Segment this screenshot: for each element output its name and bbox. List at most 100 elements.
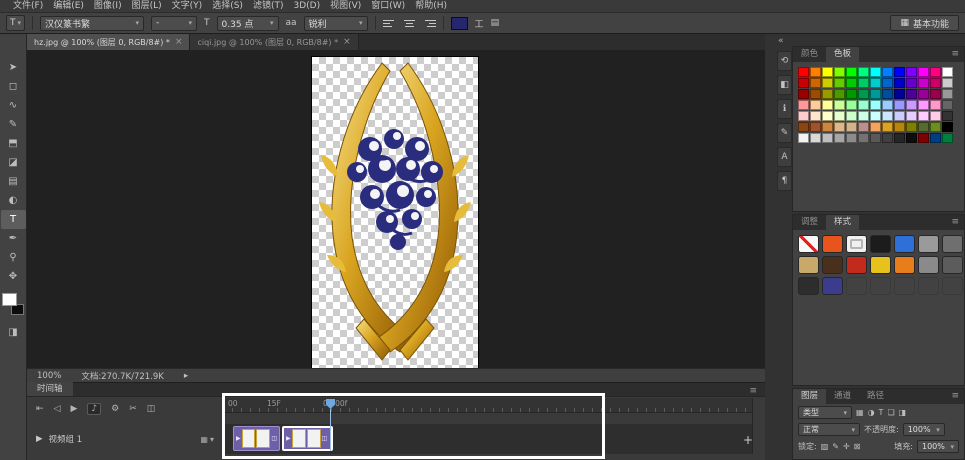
color-swatch[interactable] [846, 67, 857, 77]
video-group-row[interactable]: ▶ 视频组 1 ▦ ▾ [36, 433, 214, 445]
panel-tab[interactable]: 通道 [826, 389, 859, 404]
color-swatch[interactable] [846, 100, 857, 110]
align-left-icon[interactable] [383, 17, 396, 30]
style-thumb[interactable] [870, 235, 891, 253]
menu-item[interactable]: 选择(S) [207, 0, 248, 13]
color-swatch[interactable] [930, 67, 941, 77]
align-center-icon[interactable] [403, 17, 416, 30]
color-swatch[interactable] [858, 100, 869, 110]
brush-panel-icon[interactable]: ✎ [777, 123, 792, 143]
marquee-tool[interactable]: ◻ [1, 77, 26, 96]
color-swatch[interactable] [822, 100, 833, 110]
color-swatch[interactable] [858, 89, 869, 99]
history-panel-icon[interactable]: ⟲ [777, 51, 792, 71]
color-swatch[interactable] [870, 133, 881, 143]
color-swatch[interactable] [930, 100, 941, 110]
color-swatch[interactable] [906, 89, 917, 99]
style-thumb[interactable] [918, 256, 939, 274]
color-swatch[interactable] [834, 78, 845, 88]
color-swatch[interactable] [942, 67, 953, 77]
color-swatch[interactable] [858, 67, 869, 77]
playhead-pin[interactable] [326, 399, 335, 409]
anti-alias-select[interactable]: 锐利 ▾ [304, 16, 368, 31]
color-swatch[interactable] [918, 78, 929, 88]
align-right-icon[interactable] [423, 17, 436, 30]
add-media-button[interactable]: + [743, 433, 753, 447]
color-swatch[interactable] [798, 111, 809, 121]
filter-shape-icon[interactable]: ❏ [887, 408, 894, 417]
color-swatch[interactable] [906, 78, 917, 88]
timeline-track[interactable]: ▶ ◫ ▶ ◫ [222, 424, 752, 454]
filter-smart-icon[interactable]: ◨ [899, 408, 907, 417]
color-swatch[interactable] [882, 133, 893, 143]
color-swatch[interactable] [906, 133, 917, 143]
color-swatch[interactable] [942, 78, 953, 88]
close-tab-icon[interactable]: × [175, 37, 183, 47]
style-thumb[interactable] [846, 235, 867, 253]
color-swatch[interactable] [846, 122, 857, 132]
color-swatch[interactable] [942, 122, 953, 132]
color-swatch[interactable] [846, 78, 857, 88]
color-swatch[interactable] [810, 122, 821, 132]
clip-settings-control[interactable]: ▦ ▾ [200, 435, 214, 444]
color-swatch[interactable] [930, 122, 941, 132]
color-swatch[interactable] [882, 89, 893, 99]
color-swatch[interactable] [930, 111, 941, 121]
color-swatch[interactable] [882, 122, 893, 132]
hand-tool[interactable]: ✥ [1, 267, 26, 286]
menu-item[interactable]: 3D(D) [288, 0, 325, 13]
style-thumb[interactable] [822, 235, 843, 253]
character-panel-icon[interactable]: A [777, 147, 792, 167]
panel-tab[interactable]: 调整 [793, 215, 826, 230]
color-swatch[interactable] [822, 78, 833, 88]
timeline-ruler[interactable]: 00 15F 01:00f [222, 398, 752, 413]
color-swatch[interactable] [906, 100, 917, 110]
color-swatch[interactable] [882, 111, 893, 121]
text-color-swatch[interactable] [451, 17, 468, 30]
style-thumb[interactable] [870, 256, 891, 274]
panel-tab[interactable]: 图层 [793, 389, 826, 404]
style-thumb[interactable] [942, 256, 963, 274]
status-menu-icon[interactable]: ▸ [184, 371, 188, 381]
color-swatch[interactable] [858, 133, 869, 143]
color-swatch[interactable] [942, 100, 953, 110]
color-swatch[interactable] [798, 89, 809, 99]
color-swatch[interactable] [894, 122, 905, 132]
color-swatch[interactable] [942, 111, 953, 121]
color-swatch[interactable] [858, 111, 869, 121]
close-tab-icon[interactable]: × [343, 37, 351, 47]
lock-move-icon[interactable]: ✛ [843, 442, 850, 451]
color-swatch[interactable] [810, 100, 821, 110]
menu-item[interactable]: 图层(L) [127, 0, 167, 13]
paragraph-panel-icon[interactable]: ¶ [777, 171, 792, 191]
color-swatch[interactable] [906, 67, 917, 77]
color-swatch[interactable] [918, 89, 929, 99]
prev-frame-button[interactable]: ◁ [54, 404, 61, 414]
style-thumb[interactable] [918, 277, 939, 295]
color-swatch[interactable] [846, 111, 857, 121]
color-swatch[interactable] [918, 111, 929, 121]
style-thumb[interactable] [870, 277, 891, 295]
font-family-select[interactable]: 汉仪篆书繁 ▾ [40, 16, 144, 31]
color-swatch[interactable] [870, 89, 881, 99]
color-swatch[interactable] [834, 67, 845, 77]
color-swatch[interactable] [810, 133, 821, 143]
color-swatch[interactable] [810, 89, 821, 99]
layer-filter-select[interactable]: 类型 ▾ [798, 406, 852, 419]
color-swatch[interactable] [870, 111, 881, 121]
clone-stamp-tool[interactable]: ⬒ [1, 134, 26, 153]
color-swatch[interactable] [834, 111, 845, 121]
playhead[interactable] [326, 399, 335, 451]
canvas-area[interactable] [27, 50, 765, 368]
mute-button[interactable]: ♪ [87, 403, 101, 415]
style-thumb[interactable] [894, 277, 915, 295]
color-swatch[interactable] [894, 67, 905, 77]
color-swatch[interactable] [942, 89, 953, 99]
color-swatch[interactable] [834, 133, 845, 143]
font-size-select[interactable]: 0.35 点 ▾ [217, 16, 279, 31]
lock-paint-icon[interactable]: ✎ [832, 442, 839, 451]
tool-preset-picker[interactable]: T ▾ [6, 15, 25, 31]
split-clip-button[interactable]: ✂ [129, 404, 137, 414]
color-swatch[interactable] [798, 122, 809, 132]
color-swatch[interactable] [798, 78, 809, 88]
